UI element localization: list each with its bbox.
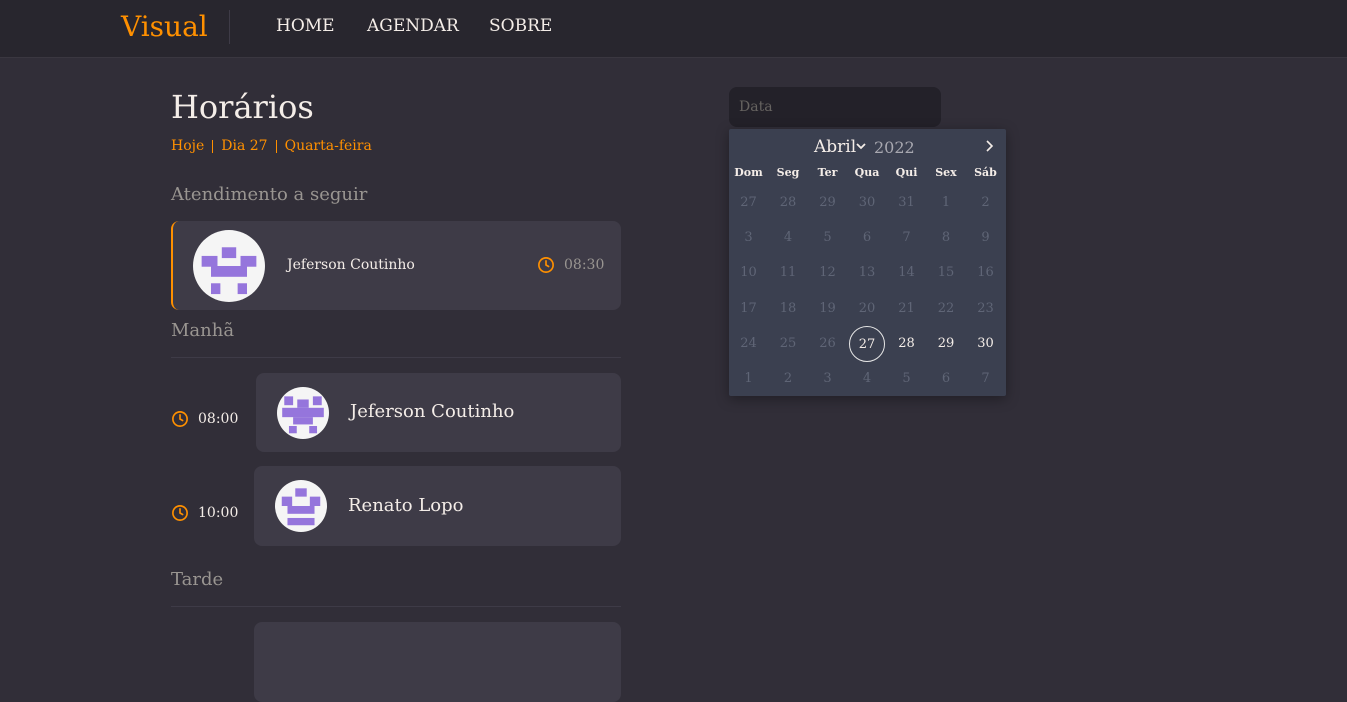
appointment-time-text: 10:00: [198, 505, 239, 521]
calendar-day: 29: [819, 195, 836, 210]
calendar-day: 10: [740, 265, 757, 281]
calendar-day: 6: [941, 371, 951, 386]
calendar-day: 30: [858, 195, 876, 210]
nav-sobre-link[interactable]: SOBRE: [489, 16, 552, 36]
appointment-time: 10:00: [171, 504, 238, 522]
calendar-day: 2: [783, 371, 793, 386]
header-divider: [229, 10, 230, 44]
calendar-day: 4: [783, 230, 793, 246]
year-input[interactable]: 2022: [874, 138, 915, 157]
info-separator: [212, 139, 214, 153]
month-select[interactable]: Abril: [814, 137, 856, 157]
appointment-time: 08:00: [171, 410, 238, 428]
weekday-label: Seg: [776, 166, 800, 179]
appointment-card[interactable]: [254, 622, 621, 702]
date-input[interactable]: [729, 87, 941, 127]
calendar-popup: Abril 2022 Dom Seg Ter Qua Qui Sex Sáb 2…: [729, 129, 1006, 396]
appointment-name: Renato Lopo: [348, 495, 464, 516]
weekday-label: Ter: [817, 166, 838, 179]
section-divider: [171, 357, 621, 358]
calendar-day: 7: [902, 230, 911, 246]
appointment-name: Jeferson Coutinho: [350, 401, 515, 422]
morning-heading: Manhã: [171, 320, 235, 341]
next-appointment-name: Jeferson Coutinho: [287, 257, 415, 273]
calendar-day: 25: [779, 335, 797, 351]
next-appointment-time-text: 08:30: [564, 257, 605, 273]
page-title: Horários: [171, 88, 314, 126]
next-appointment-heading: Atendimento a seguir: [171, 184, 368, 205]
nav-agendar-link[interactable]: AGENDAR: [367, 16, 459, 36]
calendar-day: 11: [779, 265, 797, 281]
calendar-day: 17: [740, 300, 757, 316]
top-header: Visual HOME AGENDAR SOBRE: [0, 0, 1347, 58]
calendar-day: 6: [862, 230, 872, 246]
section-divider: [171, 606, 621, 607]
calendar-day: 8: [941, 230, 951, 246]
avatar-identicon-icon: [281, 488, 321, 526]
calendar-day[interactable]: 30: [968, 326, 1004, 362]
calendar-day: 2: [981, 195, 990, 210]
calendar-day: 23: [977, 300, 994, 316]
calendar-day: 3: [823, 371, 832, 386]
calendar-day: 31: [898, 195, 915, 210]
appointment-card[interactable]: Jeferson Coutinho: [256, 373, 621, 452]
day-label: Dia 27: [221, 138, 268, 154]
calendar-day: 1: [744, 371, 753, 386]
calendar-day[interactable]: 28: [889, 326, 925, 362]
date-info: Hoje Dia 27 Quarta-feira: [171, 138, 372, 154]
clock-icon: [538, 257, 554, 273]
weekday-label: Sáb: [974, 166, 997, 179]
calendar-day: 21: [898, 300, 915, 316]
chevron-right-icon[interactable]: [983, 138, 997, 154]
next-appointment-time: 08:30: [537, 256, 604, 274]
avatar: [275, 480, 327, 532]
logo[interactable]: Visual: [121, 10, 208, 43]
weekday-label: Qua: [854, 166, 880, 179]
calendar-day: 5: [902, 371, 911, 386]
weekday-label: Sex: [935, 166, 957, 179]
appointment-time-text: 08:00: [198, 411, 239, 427]
weekday-label: Dom: [734, 166, 763, 179]
calendar-day: 4: [862, 371, 872, 386]
calendar-day: 20: [858, 300, 876, 316]
calendar-day[interactable]: 27: [849, 325, 885, 362]
calendar-day: 19: [819, 300, 836, 316]
appointment-card[interactable]: Renato Lopo: [254, 466, 621, 546]
weekday-label: Qui: [895, 166, 918, 179]
avatar-identicon-icon: [201, 247, 257, 295]
today-label: Hoje: [171, 138, 205, 154]
clock-icon: [172, 411, 188, 427]
calendar-day: 14: [898, 265, 915, 281]
avatar: [193, 230, 265, 302]
weekday-label: Quarta-feira: [284, 138, 372, 154]
calendar-day: 15: [937, 265, 955, 281]
calendar-day: 22: [937, 300, 955, 316]
calendar-day: 18: [779, 300, 797, 316]
calendar-day: 27: [740, 195, 757, 210]
calendar-day: 26: [819, 335, 836, 351]
afternoon-heading: Tarde: [171, 569, 224, 590]
avatar-identicon-icon: [282, 396, 324, 434]
info-separator: [275, 139, 277, 153]
calendar-day: 3: [744, 230, 753, 246]
calendar-day: 12: [819, 265, 836, 281]
calendar-day: 1: [941, 195, 951, 210]
clock-icon: [172, 505, 188, 521]
calendar-day: 24: [740, 335, 757, 351]
calendar-day: 16: [977, 265, 994, 281]
avatar: [277, 387, 329, 439]
calendar-day: 28: [779, 195, 797, 210]
nav-home-link[interactable]: HOME: [276, 16, 335, 36]
calendar-day[interactable]: 29: [928, 326, 964, 362]
calendar-day: 7: [981, 371, 990, 386]
next-appointment-card[interactable]: Jeferson Coutinho 08:30: [171, 221, 621, 310]
calendar-day: 5: [823, 230, 832, 246]
calendar-day: 9: [981, 230, 990, 246]
calendar-day: 13: [858, 265, 876, 281]
chevron-down-icon[interactable]: [856, 142, 866, 150]
